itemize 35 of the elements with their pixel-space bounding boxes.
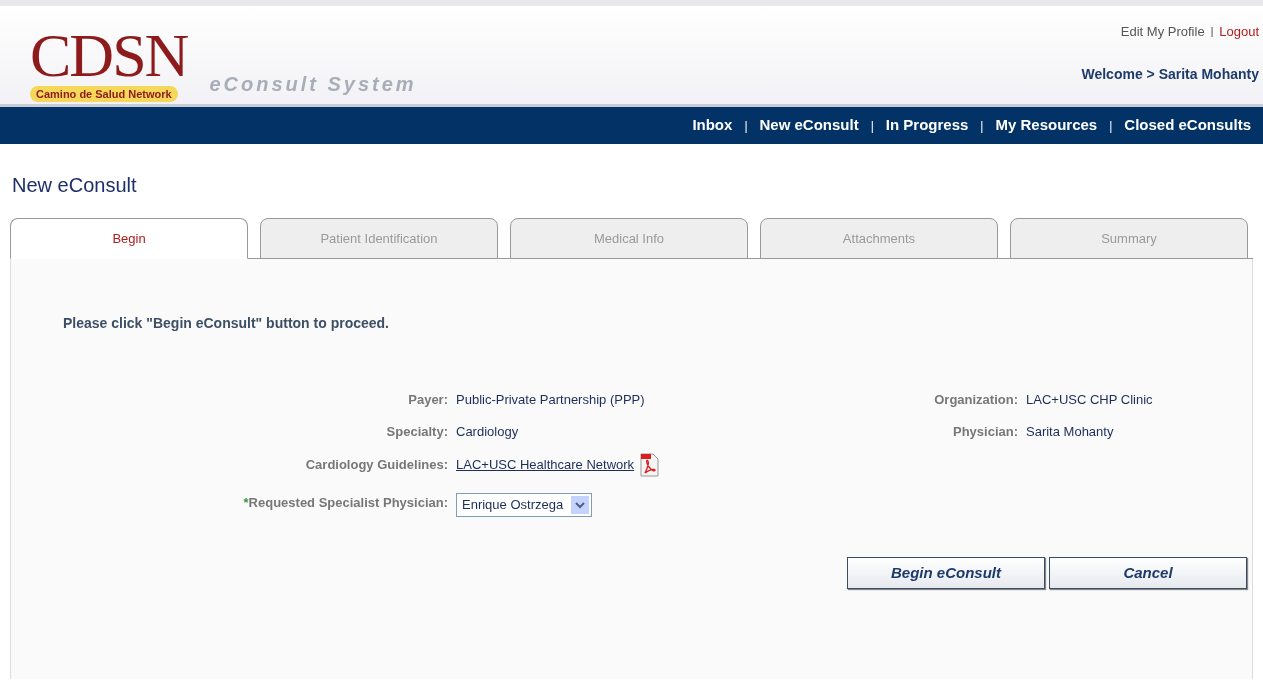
field-label: Organization: <box>933 391 1019 409</box>
profile-link[interactable]: Edit My Profile <box>1120 22 1205 42</box>
nav-separator: | <box>980 117 984 135</box>
link-separator: | <box>1210 25 1214 40</box>
field-label: Specialty: <box>385 422 449 441</box>
nav-link[interactable]: In Progress <box>885 114 969 137</box>
field-value: Sarita Mohanty <box>1026 422 1115 441</box>
nav-separator: | <box>870 117 874 135</box>
field-label: Payer: <box>407 391 449 409</box>
logo-letters: CDSN <box>30 25 188 84</box>
nav-separator: | <box>1109 117 1113 135</box>
field-value: LAC+USC CHP Clinic <box>1026 391 1153 409</box>
page-title: New eConsult <box>12 173 138 198</box>
instruction-text: Please click "Begin eConsult" button to proceed. <box>63 314 390 333</box>
logo-tagline: Camino de Salud Network <box>30 85 178 102</box>
nav-link[interactable]: Closed eConsults <box>1124 114 1251 137</box>
tab[interactable]: Begin <box>10 218 248 259</box>
system-name: eConsult System <box>209 72 417 97</box>
pdf-icon[interactable] <box>638 453 661 477</box>
nav-link[interactable]: My Resources <box>995 114 1098 137</box>
field-label: Physician: <box>951 422 1019 441</box>
field-label: Cardiology Guidelines: <box>304 456 449 475</box>
field-label: *Requested Specialist Physician: <box>242 494 449 513</box>
physician-select[interactable]: Enrique Ostrzega <box>456 493 593 517</box>
begin-button[interactable]: Begin eConsult <box>847 557 1045 589</box>
welcome-text: Welcome > Sarita Mohanty <box>1081 64 1259 84</box>
logout-link[interactable]: Logout <box>1219 22 1259 42</box>
nav-link[interactable]: Inbox <box>692 114 733 137</box>
nav-link[interactable]: New eConsult <box>759 114 859 137</box>
field-value: Cardiology <box>456 422 519 441</box>
dropdown-icon <box>571 496 590 514</box>
cancel-button[interactable]: Cancel <box>1049 557 1247 589</box>
nav-separator: | <box>744 117 748 135</box>
guidelines-link[interactable]: LAC+USC Healthcare Network <box>456 455 635 475</box>
field-value: Public-Private Partnership (PPP) <box>456 391 645 409</box>
